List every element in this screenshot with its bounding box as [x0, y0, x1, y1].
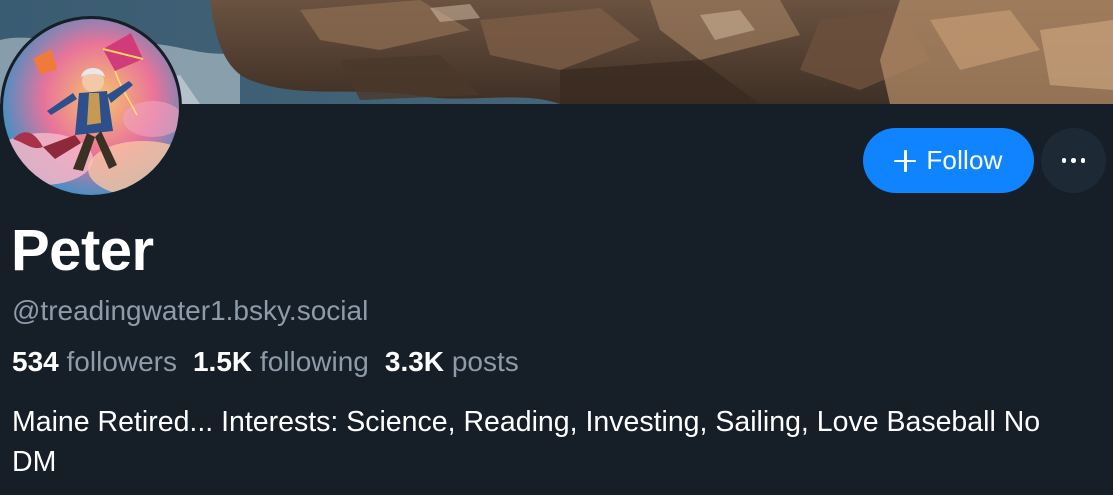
follow-button[interactable]: Follow — [863, 128, 1034, 193]
ellipsis-icon — [1061, 158, 1067, 163]
ellipsis-icon-dot — [1071, 158, 1076, 163]
more-options-button[interactable] — [1041, 128, 1106, 193]
plus-icon — [894, 149, 917, 172]
display-name: Peter — [11, 218, 154, 283]
ellipsis-icon-dot — [1080, 158, 1086, 163]
profile-handle: @treadingwater1.bsky.social — [12, 295, 369, 326]
profile-bio: Maine Retired... Interests: Science, Rea… — [12, 406, 1041, 478]
posts-label: posts — [451, 346, 519, 377]
following-count: 1.5K — [192, 346, 253, 377]
posts-count: 3.3K — [384, 346, 445, 377]
following-label: following — [259, 346, 369, 377]
avatar[interactable] — [3, 19, 179, 195]
follow-button-label: Follow — [926, 145, 1003, 175]
profile-stats: 534 followers 1.5K following 3.3K posts — [12, 343, 519, 381]
followers-label: followers — [66, 346, 177, 377]
avatar-frame — [0, 16, 182, 198]
followers-count: 534 — [12, 346, 59, 377]
following-link[interactable]: 1.5K following — [193, 346, 369, 377]
posts-stat: 3.3K posts — [385, 346, 519, 377]
followers-link[interactable]: 534 followers — [12, 346, 177, 377]
